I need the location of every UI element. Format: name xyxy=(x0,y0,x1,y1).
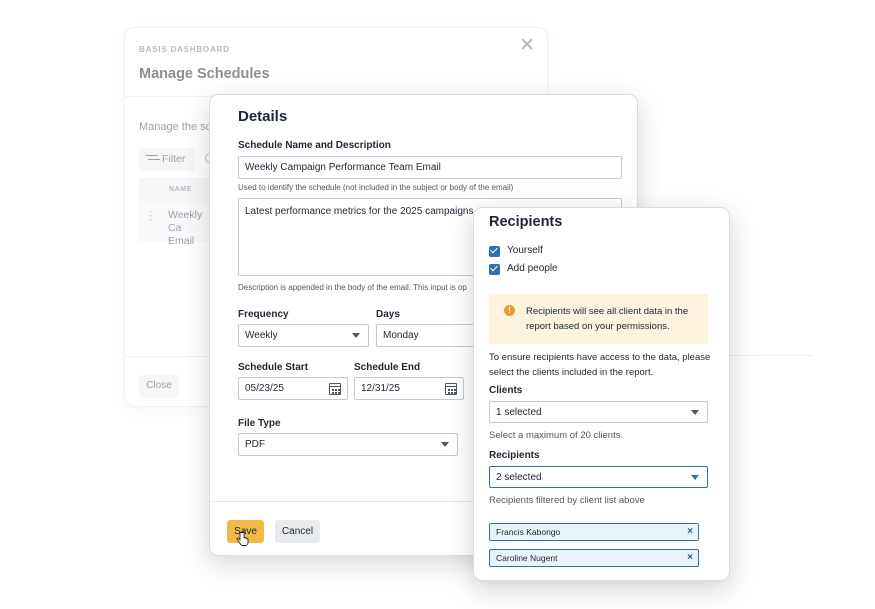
days-value: Monday xyxy=(383,330,419,341)
frequency-label: Frequency xyxy=(238,309,289,320)
schedule-name-input[interactable]: Weekly Campaign Performance Team Email xyxy=(238,156,622,179)
days-label: Days xyxy=(376,309,400,320)
modal-subtitle: Manage the sc xyxy=(139,121,212,133)
cancel-button[interactable]: Cancel xyxy=(275,520,320,543)
schedule-start-label: Schedule Start xyxy=(238,362,309,373)
hand-cursor-icon xyxy=(236,531,249,546)
kebab-menu-icon[interactable]: · · · xyxy=(149,205,153,225)
chevron-down-icon xyxy=(352,333,360,338)
filter-label: Filter xyxy=(162,153,186,165)
details-title: Details xyxy=(238,108,288,125)
warning-icon: ! xyxy=(504,305,515,316)
chevron-down-icon xyxy=(691,475,699,480)
clients-label: Clients xyxy=(489,385,523,396)
warning-text: Recipients will see all client data in t… xyxy=(526,306,689,332)
frequency-select[interactable]: Weekly xyxy=(238,324,369,347)
filter-icon xyxy=(146,154,158,164)
checkbox-yourself[interactable] xyxy=(489,246,500,257)
calendar-icon[interactable] xyxy=(445,383,457,395)
schedule-name-help: Used to identify the schedule (not inclu… xyxy=(238,183,514,192)
checkbox-add-people-label: Add people xyxy=(507,263,558,274)
instructions-text: To ensure recipients have access to the … xyxy=(489,352,711,378)
remove-icon[interactable]: × xyxy=(687,526,693,537)
schedule-name-cell: Weekly Ca Email xyxy=(168,209,203,247)
file-type-label: File Type xyxy=(238,418,281,429)
schedule-start-input[interactable]: 05/23/25 xyxy=(238,377,348,400)
modal-eyebrow: BASIS DASHBOARD xyxy=(139,45,230,54)
permission-warning: ! Recipients will see all client data in… xyxy=(489,294,708,344)
table-row[interactable]: · · · Weekly Ca Email xyxy=(139,202,211,247)
recipient-chip-name: Caroline Nugent xyxy=(496,553,558,563)
recipients-title: Recipients xyxy=(489,214,563,230)
recipient-chip[interactable]: Caroline Nugent × xyxy=(489,549,699,567)
chevron-down-icon xyxy=(441,442,449,447)
recipients-select[interactable]: 2 selected xyxy=(489,466,708,488)
schedule-end-input[interactable]: 12/31/25 xyxy=(354,377,464,400)
clients-select[interactable]: 1 selected xyxy=(489,401,708,423)
recipients-value: 2 selected xyxy=(496,472,542,483)
clients-value: 1 selected xyxy=(496,407,542,418)
description-help: Description is appended in the body of t… xyxy=(238,283,467,292)
close-button[interactable]: Close xyxy=(139,375,179,397)
close-icon[interactable]: ✕ xyxy=(519,36,535,55)
schedule-start-value: 05/23/25 xyxy=(245,383,284,394)
calendar-icon[interactable] xyxy=(329,383,341,395)
table-header-name: NAME xyxy=(139,178,211,202)
schedule-end-label: Schedule End xyxy=(354,362,421,373)
recipients-panel: Recipients Yourself Add people ! Recipie… xyxy=(473,207,730,581)
schedule-end-value: 12/31/25 xyxy=(361,383,400,394)
schedule-name-label: Schedule Name and Description xyxy=(238,140,391,151)
recipient-chip[interactable]: Francis Kabongo × xyxy=(489,523,699,541)
file-type-value: PDF xyxy=(245,439,265,450)
file-type-select[interactable]: PDF xyxy=(238,433,458,456)
recipients-help: Recipients filtered by client list above xyxy=(489,495,645,506)
recipients-label: Recipients xyxy=(489,450,540,461)
clients-help: Select a maximum of 20 clients. xyxy=(489,430,624,441)
frequency-value: Weekly xyxy=(245,330,278,341)
modal-title: Manage Schedules xyxy=(139,66,270,82)
chevron-down-icon xyxy=(691,410,699,415)
remove-icon[interactable]: × xyxy=(687,552,693,563)
checkbox-yourself-label: Yourself xyxy=(507,245,543,256)
filter-button[interactable]: Filter xyxy=(139,148,195,171)
recipient-chip-name: Francis Kabongo xyxy=(496,527,561,537)
checkbox-add-people[interactable] xyxy=(489,264,500,275)
